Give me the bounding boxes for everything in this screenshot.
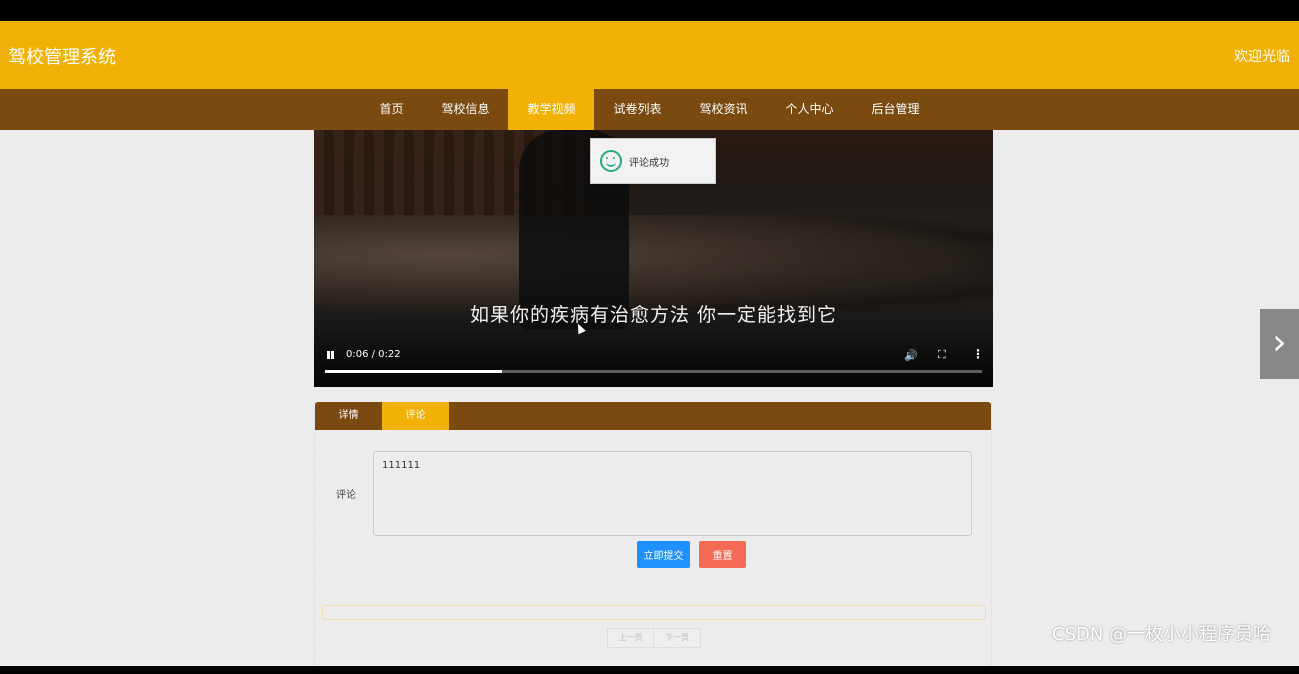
volume-icon[interactable]: 🔊 — [904, 349, 918, 362]
smile-icon — [600, 150, 622, 172]
reset-button[interactable]: 重置 — [699, 541, 746, 568]
comment-label: 评论 — [336, 490, 356, 501]
header: 驾校管理系统 欢迎光临 — [0, 21, 1299, 89]
chevron-right-icon[interactable]: › — [1260, 309, 1299, 379]
watermark: CSDN @一枚小小程序员哈 — [1052, 624, 1272, 645]
video-progress-fill — [325, 370, 503, 373]
site-title: 驾校管理系统 — [8, 47, 116, 68]
prev-page-button[interactable]: 上一页 — [607, 628, 654, 648]
tab-details[interactable]: 详情 — [315, 402, 382, 430]
video-time: 0:06 / 0:22 — [346, 349, 401, 360]
nav-item-admin[interactable]: 后台管理 — [853, 89, 939, 130]
next-page-button[interactable]: 下一页 — [654, 628, 701, 648]
video-controls: 0:06 / 0:22 🔊 ⛶ ⋮ — [314, 339, 993, 387]
fullscreen-icon[interactable]: ⛶ — [938, 348, 946, 362]
submit-button[interactable]: 立即提交 — [637, 541, 690, 568]
nav-item-school-info[interactable]: 驾校信息 — [422, 89, 508, 130]
toast-message: 评论成功 — [629, 157, 669, 169]
nav-item-home[interactable]: 首页 — [360, 89, 422, 130]
detail-tabs: 详情 评论 — [315, 402, 991, 430]
main-nav: 首页 驾校信息 教学视频 试卷列表 驾校资讯 个人中心 后台管理 — [0, 89, 1299, 130]
detail-panel: 详情 评论 评论 111111 立即提交 重置 上一页 下一页 — [314, 402, 992, 666]
nav-item-personal-center[interactable]: 个人中心 — [767, 89, 853, 130]
nav-item-exam-list[interactable]: 试卷列表 — [594, 89, 680, 130]
comment-input[interactable]: 111111 — [373, 451, 972, 536]
pagination: 上一页 下一页 — [607, 628, 701, 648]
comment-list — [322, 605, 986, 620]
success-toast: 评论成功 — [590, 138, 716, 184]
pause-icon[interactable] — [326, 351, 336, 361]
video-subtitle: 如果你的疾病有治愈方法 你一定能找到它 — [469, 304, 838, 326]
nav-item-school-news[interactable]: 驾校资讯 — [681, 89, 767, 130]
video-progress-bar[interactable] — [325, 370, 982, 373]
more-options-icon[interactable]: ⋮ — [972, 347, 984, 361]
welcome-text: 欢迎光临 — [1234, 49, 1290, 65]
tab-comments[interactable]: 评论 — [382, 402, 449, 430]
page: 驾校管理系统 欢迎光临 首页 驾校信息 教学视频 试卷列表 驾校资讯 个人中心 … — [0, 21, 1299, 666]
nav-item-teaching-video[interactable]: 教学视频 — [508, 89, 595, 130]
